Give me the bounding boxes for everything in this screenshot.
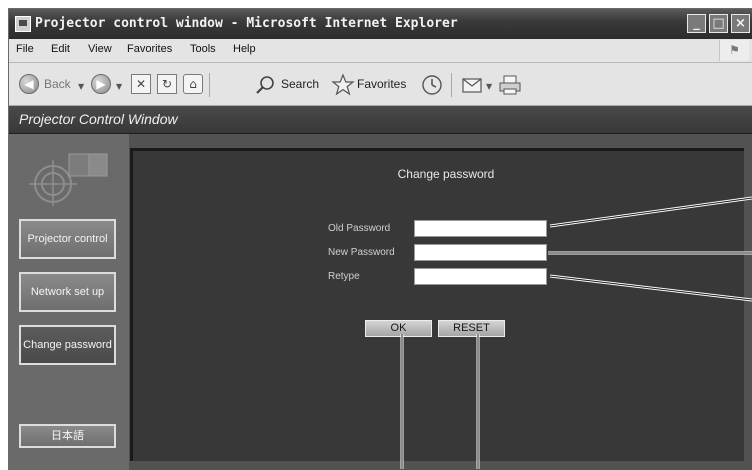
ie-page-icon bbox=[15, 16, 31, 32]
close-button[interactable]: × bbox=[731, 14, 750, 33]
reset-button[interactable]: RESET bbox=[438, 320, 505, 337]
stop-icon[interactable]: ✕ bbox=[131, 74, 151, 94]
back-dropdown-icon[interactable]: ▼ bbox=[78, 82, 84, 91]
app-title-bar: Projector Control Window bbox=[9, 106, 752, 134]
home-icon[interactable]: ⌂ bbox=[183, 74, 203, 94]
menu-help[interactable]: Help bbox=[233, 43, 256, 55]
search-icon[interactable] bbox=[255, 74, 277, 96]
ok-button[interactable]: OK bbox=[365, 320, 432, 337]
menu-file[interactable]: File bbox=[16, 43, 34, 55]
sidebar-item-change-password[interactable]: Change password bbox=[19, 325, 116, 365]
maximize-button[interactable]: □ bbox=[709, 14, 728, 33]
menu-view[interactable]: View bbox=[88, 43, 112, 55]
mail-dropdown-icon[interactable]: ▼ bbox=[486, 82, 492, 91]
sidebar-item-projector-control[interactable]: Projector control bbox=[19, 219, 116, 259]
toolbar-separator-2 bbox=[451, 73, 452, 97]
menu-tools[interactable]: Tools bbox=[190, 43, 216, 55]
forward-icon[interactable]: ▶ bbox=[91, 74, 111, 94]
back-icon[interactable]: ◀ bbox=[19, 74, 39, 94]
panel-title: Change password bbox=[397, 167, 495, 181]
favorites-label[interactable]: Favorites bbox=[357, 77, 406, 91]
change-password-panel: Change password bbox=[130, 148, 744, 461]
old-password-field[interactable] bbox=[414, 220, 547, 237]
refresh-icon[interactable]: ↻ bbox=[157, 74, 177, 94]
menu-favorites[interactable]: Favorites bbox=[127, 43, 172, 55]
new-password-label: New Password bbox=[328, 247, 395, 258]
app-title: Projector Control Window bbox=[19, 111, 178, 127]
sidebar-item-japanese[interactable]: 日本語 bbox=[19, 424, 116, 448]
favorites-icon[interactable] bbox=[331, 73, 355, 97]
forward-dropdown-icon[interactable]: ▼ bbox=[116, 82, 122, 91]
history-icon[interactable] bbox=[421, 74, 443, 96]
retype-field[interactable] bbox=[414, 268, 547, 285]
mail-icon[interactable] bbox=[461, 75, 485, 95]
new-password-field[interactable] bbox=[414, 244, 547, 261]
menu-bar: File Edit View Favorites Tools Help ⚑ bbox=[9, 39, 752, 63]
window-title: Projector control window - Microsoft Int… bbox=[35, 16, 458, 31]
sidebar: Projector control Network set up Change … bbox=[9, 134, 129, 470]
projector-logo-icon bbox=[29, 153, 108, 206]
retype-label: Retype bbox=[328, 271, 360, 282]
title-bar: Projector control window - Microsoft Int… bbox=[9, 9, 752, 39]
toolbar-separator bbox=[209, 73, 210, 97]
back-label[interactable]: Back bbox=[44, 77, 71, 91]
print-icon[interactable] bbox=[498, 74, 522, 96]
search-label[interactable]: Search bbox=[281, 77, 319, 91]
menu-edit[interactable]: Edit bbox=[51, 43, 70, 55]
minimize-button[interactable]: _ bbox=[687, 14, 706, 33]
toolbar: ◀ Back ▼ ▶ ▼ ✕ ↻ ⌂ Search Favorites ▼ bbox=[9, 63, 752, 106]
sidebar-item-network-set-up[interactable]: Network set up bbox=[19, 272, 116, 312]
windows-logo-icon: ⚑ bbox=[719, 40, 749, 61]
old-password-label: Old Password bbox=[328, 223, 391, 234]
